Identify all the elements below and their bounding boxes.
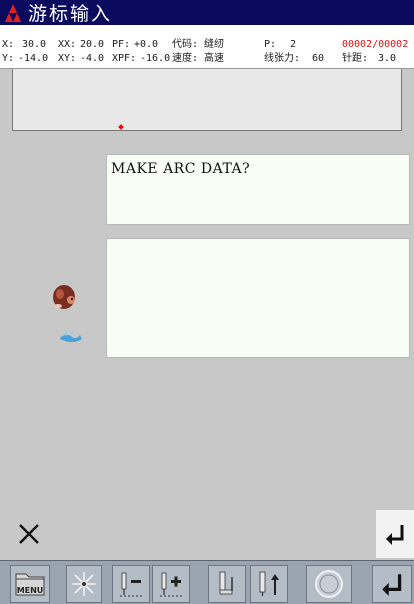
status-panel: X: 30.0 XX: 20.0 PF: +0.0 代码: 缝纫 P: 2 00… xyxy=(0,25,414,69)
dialog-message: MAKE ARC DATA? xyxy=(111,161,251,177)
pf-label: PF: xyxy=(112,39,131,50)
enter-button[interactable] xyxy=(376,510,414,558)
status-row-1: X: 30.0 XX: 20.0 PF: +0.0 代码: 缝纫 P: 2 00… xyxy=(0,38,414,52)
xx-value: 20.0 xyxy=(80,39,105,50)
page-title: 游标输入 xyxy=(28,3,113,25)
cancel-button[interactable] xyxy=(11,512,47,556)
y-label: Y: xyxy=(2,53,15,64)
message-box: MAKE ARC DATA? xyxy=(106,154,410,225)
tension-label: 线张力: xyxy=(264,53,301,64)
origin-button[interactable] xyxy=(306,565,352,603)
pattern-preview[interactable] xyxy=(12,69,402,131)
code-label: 代码: xyxy=(172,39,199,50)
stitch-label: 针距: xyxy=(342,53,369,64)
cursor-point-marker xyxy=(118,124,124,130)
bottom-toolbar: MENU xyxy=(0,560,414,604)
needle-up-icon xyxy=(259,571,279,596)
xy-value: -4.0 xyxy=(80,53,105,64)
xpf-label: XPF: xyxy=(112,53,137,64)
menu-label: MENU xyxy=(17,586,44,595)
enter-icon xyxy=(386,525,404,545)
needle-up-button[interactable] xyxy=(250,565,288,603)
close-icon xyxy=(19,524,39,544)
presser-foot-icon xyxy=(219,571,233,595)
enter-icon xyxy=(382,574,402,596)
code-value: 缝纫 xyxy=(204,39,224,50)
x-value: 30.0 xyxy=(22,39,47,50)
needle-minus-button[interactable] xyxy=(112,565,150,603)
needle-minus-icon xyxy=(120,572,142,597)
stitch-value: 3.0 xyxy=(378,53,397,64)
p-label: P: xyxy=(264,39,277,50)
needle-plus-icon xyxy=(160,572,182,597)
title-bar: 游标输入 xyxy=(0,0,414,25)
speed-label: 速度: xyxy=(172,53,199,64)
data-input-area[interactable] xyxy=(106,238,410,358)
pf-value: +0.0 xyxy=(134,39,159,50)
toolbar-enter-button[interactable] xyxy=(372,565,412,603)
circle-icon xyxy=(315,570,343,598)
needle-plus-button[interactable] xyxy=(152,565,190,603)
p-value: 2 xyxy=(290,39,297,50)
xx-label: XX: xyxy=(58,39,77,50)
xpf-value: -16.0 xyxy=(140,53,171,64)
tension-value: 60 xyxy=(312,53,325,64)
stitch-point-button[interactable] xyxy=(66,565,102,603)
presser-foot-button[interactable] xyxy=(208,565,246,603)
speed-value: 高速 xyxy=(204,53,224,64)
status-row-2: Y: -14.0 XY: -4.0 XPF: -16.0 速度: 高速 线张力:… xyxy=(0,52,414,66)
menu-button[interactable]: MENU xyxy=(10,565,50,603)
x-label: X: xyxy=(2,39,15,50)
asterisk-icon xyxy=(72,572,96,596)
y-value: -14.0 xyxy=(18,53,49,64)
brand-logo-icon xyxy=(0,0,26,25)
mascot-icon xyxy=(46,278,86,348)
record-counter: 00002/00002 xyxy=(342,39,409,50)
xy-label: XY: xyxy=(58,53,77,64)
